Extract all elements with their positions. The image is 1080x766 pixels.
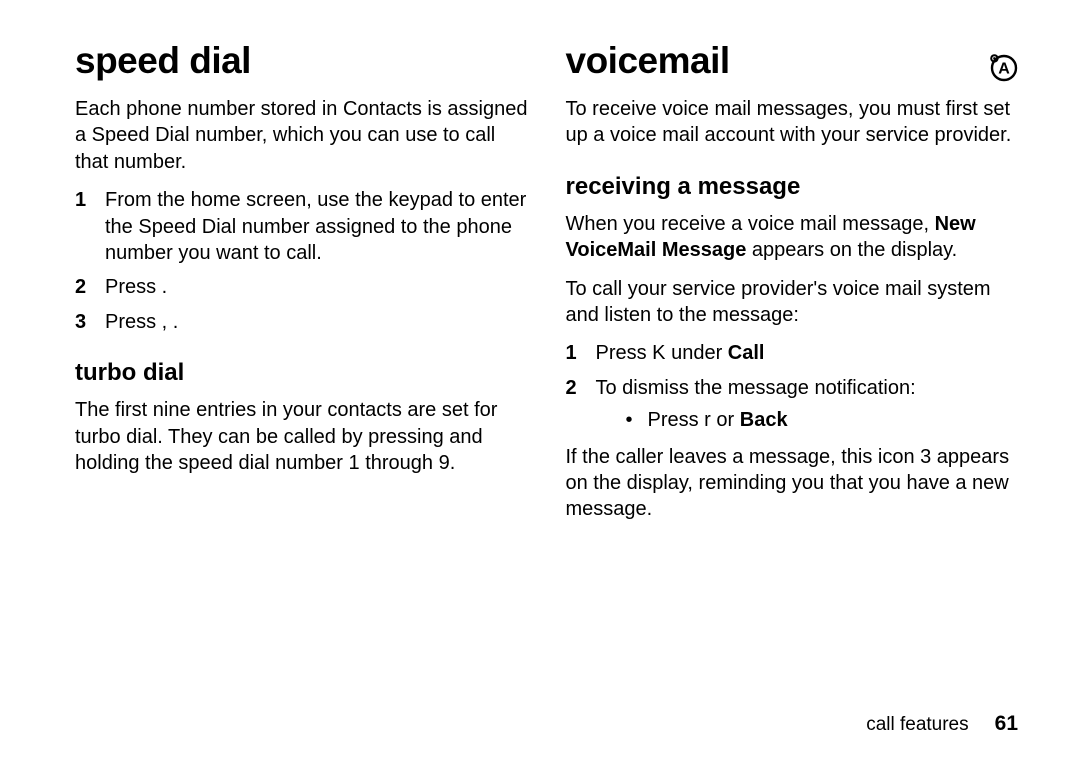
left-column: speed dial Each phone number stored in C… — [75, 40, 530, 535]
speed-dial-steps: From the home screen, use the keypad to … — [75, 187, 530, 335]
recv-prefix: When you receive a voice mail message, — [566, 213, 935, 235]
speed-dial-intro: Each phone number stored in Contacts is … — [75, 96, 530, 175]
right-column: voicemail A To receive voice mail messag… — [566, 40, 1021, 535]
manual-page: speed dial Each phone number stored in C… — [0, 0, 1080, 766]
vm-step2-text: To dismiss the message notification: — [596, 377, 916, 399]
receiving-text: When you receive a voice mail message, N… — [566, 211, 1021, 264]
vm-step2-bullets: Press r or Back — [596, 407, 1021, 433]
footer-page-number: 61 — [995, 712, 1018, 736]
tocall-text: To call your service provider's voice ma… — [566, 276, 1021, 329]
vm-bullet-1: Press r or Back — [626, 407, 1021, 433]
vm-step-1: Press K under Call — [566, 340, 1021, 366]
vm-bullet-prefix: Press r or — [648, 409, 740, 431]
voicemail-heading-row: voicemail A — [566, 40, 1021, 96]
after-prefix: If the caller leaves a message, this ico… — [566, 446, 921, 468]
heading-turbo-dial: turbo dial — [75, 359, 530, 387]
vm-step1-prefix: Press K under — [596, 342, 728, 364]
heading-voicemail: voicemail — [566, 40, 730, 82]
voicemail-steps: Press K under Call To dismiss the messag… — [566, 340, 1021, 433]
two-column-layout: speed dial Each phone number stored in C… — [75, 40, 1020, 535]
svg-text:A: A — [998, 61, 1010, 78]
step-1: From the home screen, use the keypad to … — [75, 187, 530, 266]
recv-suffix: appears on the display. — [746, 239, 957, 261]
message-icon: 3 — [920, 446, 931, 468]
turbo-dial-text: The first nine entries in your contacts … — [75, 397, 530, 476]
voicemail-icon: A — [988, 52, 1020, 84]
heading-receiving: receiving a message — [566, 173, 1021, 201]
heading-speed-dial: speed dial — [75, 40, 530, 82]
step-2: Press . — [75, 274, 530, 300]
voicemail-intro: To receive voice mail messages, you must… — [566, 96, 1021, 149]
vm-step-2: To dismiss the message notification: Pre… — [566, 375, 1021, 434]
after-text: If the caller leaves a message, this ico… — [566, 444, 1021, 523]
vm-step1-bold: Call — [728, 342, 765, 364]
page-footer: call features 61 — [866, 712, 1018, 736]
vm-bullet-bold: Back — [740, 409, 788, 431]
footer-section: call features — [866, 714, 968, 736]
step-3: Press , . — [75, 309, 530, 335]
